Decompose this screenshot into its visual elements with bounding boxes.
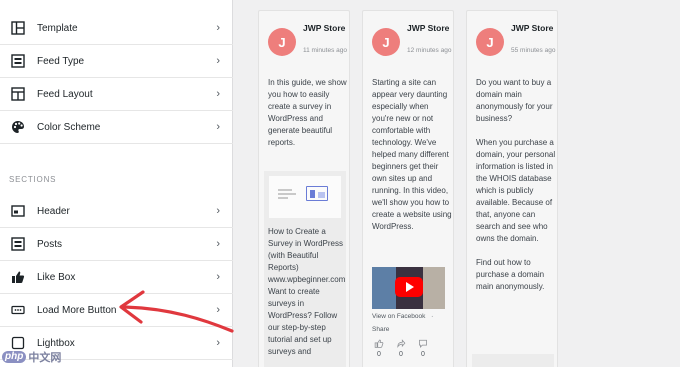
menu-item-label: Like Box xyxy=(37,271,76,283)
chevron-right-icon: › xyxy=(216,271,220,283)
watermark-badge: php xyxy=(2,351,27,363)
avatar[interactable]: J xyxy=(268,28,296,56)
post-text: Do you want to buy a domain main anonymo… xyxy=(476,78,556,291)
thumbs-up-icon xyxy=(12,271,25,283)
post-card: J JWP Store 55 minutes ago Do you want t… xyxy=(466,10,558,367)
feed-layout-icon xyxy=(11,87,25,101)
link-title: How to Create a Survey in WordPress (wit… xyxy=(268,227,346,356)
lightbox-icon xyxy=(11,336,25,350)
like-count[interactable]: 0 xyxy=(372,339,386,359)
chevron-right-icon: › xyxy=(216,304,220,316)
separator-dot: · xyxy=(431,313,434,320)
media-placeholder xyxy=(472,354,554,367)
chevron-right-icon: › xyxy=(216,22,220,34)
share-icon xyxy=(397,339,406,348)
share-count[interactable]: 0 xyxy=(394,339,408,359)
menu-item-label: Color Scheme xyxy=(37,121,101,133)
post-timestamp[interactable]: 12 minutes ago xyxy=(407,46,453,55)
menu-item-feed-type[interactable]: Feed Type › xyxy=(0,45,233,78)
comment-icon xyxy=(419,339,427,348)
menu-item-posts[interactable]: Posts › xyxy=(0,228,233,261)
header-icon xyxy=(11,205,25,217)
feed-type-icon xyxy=(11,54,25,68)
sections-heading: SECTIONS xyxy=(9,175,57,184)
reactions-bar: 0 0 0 xyxy=(372,339,430,359)
chevron-right-icon: › xyxy=(216,205,220,217)
comment-count[interactable]: 0 xyxy=(416,339,430,359)
post-timestamp[interactable]: 55 minutes ago xyxy=(511,46,557,55)
menu-item-header[interactable]: Header › xyxy=(0,195,233,228)
chevron-right-icon: › xyxy=(216,55,220,67)
link-thumbnail xyxy=(269,176,341,218)
menu-item-template[interactable]: Template › xyxy=(0,12,233,45)
chevron-right-icon: › xyxy=(216,337,220,349)
post-author[interactable]: JWP Store xyxy=(407,23,451,34)
video-thumbnail[interactable] xyxy=(372,267,445,309)
menu-item-label: Template xyxy=(37,22,78,34)
play-icon[interactable] xyxy=(395,277,423,297)
post-text: Starting a site can appear very daunting… xyxy=(372,78,452,231)
post-timestamp[interactable]: 11 minutes ago xyxy=(303,46,349,55)
avatar[interactable]: J xyxy=(476,28,504,56)
customizer-sidebar: Template › Feed Type › Feed Layout › Col… xyxy=(0,0,233,367)
menu-item-label: Lightbox xyxy=(37,337,75,349)
share-link[interactable]: Share xyxy=(372,326,389,333)
menu-item-color-scheme[interactable]: Color Scheme › xyxy=(0,111,233,144)
post-card: J JWP Store 12 minutes ago Starting a si… xyxy=(362,10,454,367)
menu-item-label: Feed Layout xyxy=(37,88,93,100)
chevron-right-icon: › xyxy=(216,88,220,100)
load-more-icon xyxy=(11,305,25,315)
palette-icon xyxy=(12,121,24,133)
watermark: php 中文网 xyxy=(2,349,61,365)
chevron-right-icon: › xyxy=(216,121,220,133)
menu-item-load-more-button[interactable]: Load More Button › xyxy=(0,294,233,327)
post-author[interactable]: JWP Store xyxy=(511,23,555,34)
like-icon xyxy=(374,339,384,348)
feed-preview: J JWP Store 11 minutes ago In this guide… xyxy=(234,0,680,367)
watermark-text: 中文网 xyxy=(28,352,62,364)
post-author[interactable]: JWP Store xyxy=(303,23,347,34)
avatar[interactable]: J xyxy=(372,28,400,56)
chevron-right-icon: › xyxy=(216,238,220,250)
template-icon xyxy=(11,21,25,35)
post-text: In this guide, we show you how to easily… xyxy=(268,78,347,147)
illustration-icon xyxy=(306,186,328,201)
menu-item-label: Feed Type xyxy=(37,55,85,67)
menu-item-label: Load More Button xyxy=(37,304,117,316)
menu-item-feed-layout[interactable]: Feed Layout › xyxy=(0,78,233,111)
menu-item-label: Header xyxy=(37,205,70,217)
view-on-facebook-link[interactable]: View on Facebook xyxy=(372,313,425,320)
posts-icon xyxy=(11,237,25,251)
post-card: J JWP Store 11 minutes ago In this guide… xyxy=(258,10,350,367)
menu-item-label: Posts xyxy=(37,238,63,250)
menu-item-like-box[interactable]: Like Box › xyxy=(0,261,233,294)
link-preview[interactable]: How to Create a Survey in WordPress (wit… xyxy=(264,171,346,367)
